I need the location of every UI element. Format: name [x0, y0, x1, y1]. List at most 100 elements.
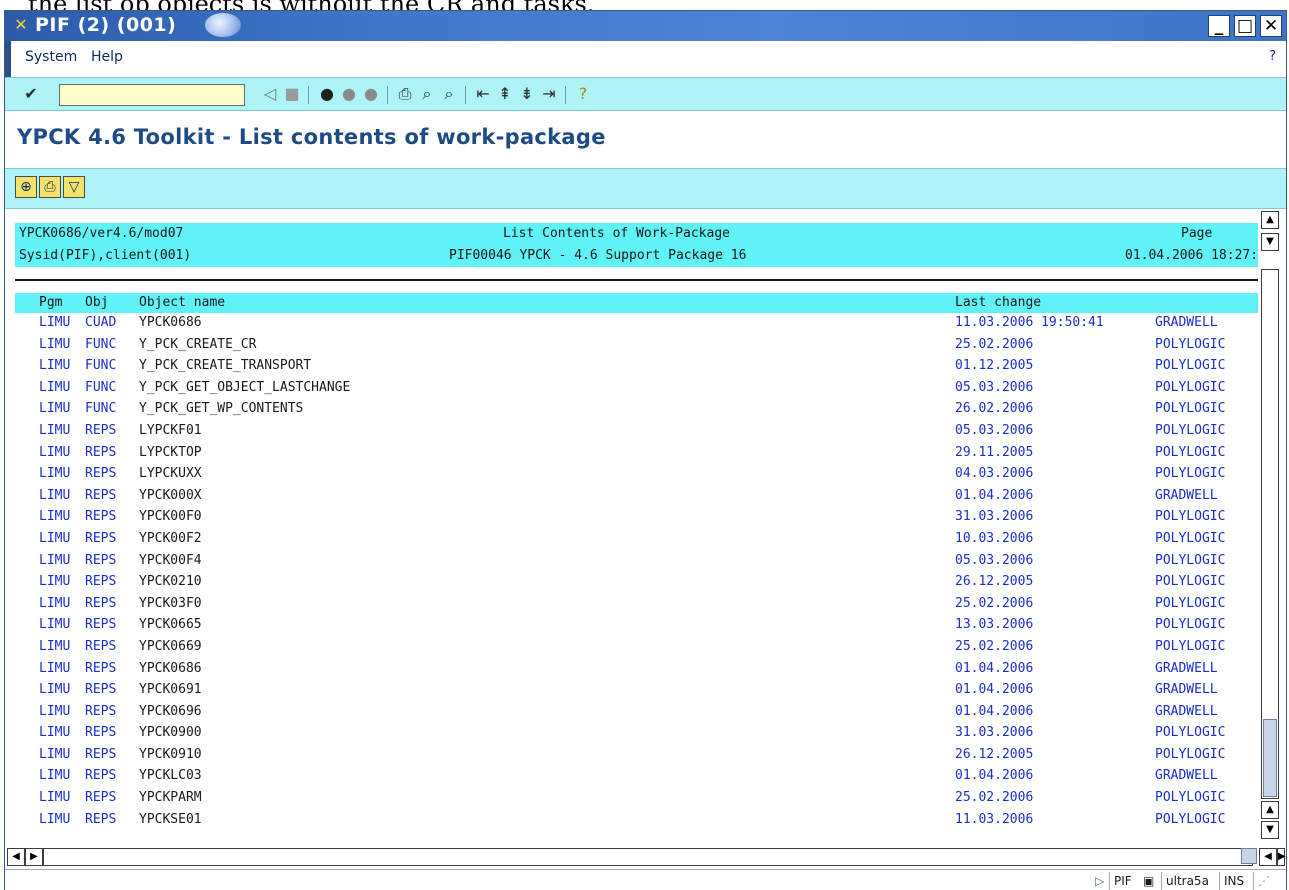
last-page-icon[interactable]: ⇥ — [539, 84, 559, 104]
row-object-name[interactable]: YPCK03F0 — [139, 596, 202, 611]
list-row[interactable]: LIMU REPS YPCK0696 01.04.2006 GRADWELL — [15, 702, 1258, 724]
list-row[interactable]: LIMU REPS LYPCKUXX 04.03.2006 POLYLOGIC — [15, 464, 1258, 486]
row-object-name[interactable]: Y_PCK_GET_OBJECT_LASTCHANGE — [139, 380, 350, 395]
row-object-name[interactable]: YPCK00F0 — [139, 509, 202, 524]
row-object-name[interactable]: YPCK0691 — [139, 682, 202, 697]
list-row[interactable]: LIMU REPS YPCK0665 13.03.2006 POLYLOGIC — [15, 615, 1258, 637]
row-obj: FUNC — [85, 379, 117, 395]
row-object-name[interactable]: Y_PCK_CREATE_TRANSPORT — [139, 358, 311, 373]
command-field[interactable] — [59, 84, 245, 106]
list-row[interactable]: LIMU REPS YPCK0686 01.04.2006 GRADWELL — [15, 659, 1258, 681]
row-object-name[interactable]: LYPCKTOP — [139, 445, 202, 460]
row-object-name[interactable]: YPCK0696 — [139, 704, 202, 719]
list-row[interactable]: LIMU REPS YPCKLC03 01.04.2006 GRADWELL — [15, 766, 1258, 788]
select-detail-icon[interactable]: ⊕ — [15, 176, 37, 198]
row-object-name[interactable]: YPCK0686 — [139, 661, 202, 676]
row-object-name[interactable]: YPCK00F4 — [139, 553, 202, 568]
list-row[interactable]: LIMU REPS LYPCKTOP 29.11.2005 POLYLOGIC — [15, 443, 1258, 465]
list-row[interactable]: LIMU REPS YPCK000X 01.04.2006 GRADWELL — [15, 486, 1258, 508]
list-row[interactable]: LIMU FUNC Y_PCK_GET_WP_CONTENTS 26.02.2006 P… — [15, 399, 1258, 421]
list-row[interactable]: LIMU REPS YPCK00F0 31.03.2006 POLYLOGIC — [15, 507, 1258, 529]
scroll-left-button[interactable]: ◀ — [7, 848, 25, 866]
row-change-user: GRADWELL — [1155, 703, 1218, 719]
save-icon[interactable]: ■ — [282, 84, 302, 104]
row-obj: CUAD — [85, 315, 117, 330]
row-object-name[interactable]: Y_PCK_CREATE_CR — [139, 337, 256, 352]
row-object-name[interactable]: YPCK00F2 — [139, 531, 202, 546]
list-row[interactable]: LIMU REPS LYPCKF01 05.03.2006 POLYLOGIC — [15, 421, 1258, 443]
sap-logo-icon: ✕ — [14, 15, 28, 34]
list-row[interactable]: LIMU REPS YPCK00F4 05.03.2006 POLYLOGIC — [15, 551, 1258, 573]
enter-check-icon[interactable]: ✔ — [21, 84, 41, 104]
scroll-down-button[interactable]: ▼ — [1261, 821, 1279, 839]
list-row[interactable]: LIMU CUAD YPCK0686 11.03.2006 19:50:41 GRADW… — [15, 313, 1258, 335]
horizontal-scroll-thumb[interactable] — [1241, 848, 1257, 864]
scroll-left-button[interactable]: ◀ — [1259, 848, 1277, 866]
back-green-icon[interactable]: ● — [317, 84, 337, 104]
close-button[interactable]: ✕ — [1260, 15, 1282, 37]
scroll-up-button[interactable]: ▲ — [1261, 211, 1279, 229]
find-icon[interactable]: ⌕ — [417, 84, 437, 104]
filter-icon[interactable]: ▽ — [63, 176, 85, 198]
print-icon[interactable]: ⎙ — [395, 84, 415, 104]
row-pgm: LIMU — [39, 530, 71, 546]
context-help-mark[interactable]: ? — [1269, 49, 1276, 64]
row-change-date: 13.03.2006 — [955, 617, 1034, 633]
row-object-name[interactable]: YPCK0686 — [139, 315, 202, 330]
scroll-up-button[interactable]: ▲ — [1261, 801, 1279, 819]
scroll-down-button[interactable]: ▼ — [1261, 233, 1279, 251]
row-object-name[interactable]: Y_PCK_GET_WP_CONTENTS — [139, 401, 303, 416]
horizontal-scroll-track[interactable] — [43, 848, 1253, 866]
list-row[interactable]: LIMU FUNC Y_PCK_CREATE_TRANSPORT 01.12.2005… — [15, 356, 1258, 378]
list-row[interactable]: LIMU REPS YPCK0691 01.04.2006 GRADWELL — [15, 680, 1258, 702]
row-object-name[interactable]: YPCKLC03 — [139, 768, 202, 783]
row-object-name[interactable]: YPCKPARM — [139, 790, 202, 805]
row-change-user: POLYLOGIC — [1155, 595, 1226, 611]
row-object-name[interactable]: YPCK0665 — [139, 617, 202, 632]
vertical-scroll-track[interactable] — [1261, 269, 1279, 799]
list-row[interactable]: LIMU REPS YPCK03F0 25.02.2006 POLYLOGIC — [15, 594, 1258, 616]
scroll-right-button[interactable]: ▶ — [1277, 848, 1286, 866]
first-page-icon[interactable]: ⇤ — [473, 84, 493, 104]
row-object-name[interactable]: YPCK000X — [139, 488, 202, 503]
list-row[interactable]: LIMU FUNC Y_PCK_CREATE_CR 25.02.2006 POLYLOG… — [15, 335, 1258, 357]
list-row[interactable]: LIMU FUNC Y_PCK_GET_OBJECT_LASTCHANGE 05.03… — [15, 378, 1258, 400]
vertical-scroll-thumb[interactable] — [1263, 719, 1277, 797]
row-change-user: GRADWELL — [1155, 682, 1218, 698]
exit-icon[interactable]: ● — [339, 84, 359, 104]
row-object-name[interactable]: YPCKSE01 — [139, 812, 202, 827]
row-object-name[interactable]: YPCK0210 — [139, 574, 202, 589]
next-page-icon[interactable]: ⇟ — [517, 84, 537, 104]
prev-page-icon[interactable]: ⇞ — [495, 84, 515, 104]
row-object-name[interactable]: LYPCKUXX — [139, 466, 202, 481]
menu-system[interactable]: System — [25, 49, 77, 65]
back-arrow-icon[interactable]: ◁ — [260, 84, 280, 104]
list-row[interactable]: LIMU REPS YPCK0210 26.12.2005 POLYLOGIC — [15, 572, 1258, 594]
row-object-name[interactable]: YPCK0669 — [139, 639, 202, 654]
find-next-icon[interactable]: ⌕ — [439, 84, 459, 104]
horizontal-scrollbar[interactable]: ◀ ▶ ◀ ▶ — [5, 847, 1286, 867]
resize-grip-icon[interactable]: ⋰ — [1253, 872, 1285, 890]
print-list-icon[interactable]: ⎙ — [39, 176, 61, 198]
menu-help[interactable]: Help — [91, 49, 123, 65]
row-object-name[interactable]: YPCK0900 — [139, 725, 202, 740]
row-object-name[interactable]: YPCK0910 — [139, 747, 202, 762]
vertical-scrollbar[interactable]: ▲ ▼ ▲ ▼ — [1261, 209, 1281, 839]
list-row[interactable]: LIMU REPS YPCK0900 31.03.2006 POLYLOGIC — [15, 723, 1258, 745]
list-row[interactable]: LIMU REPS YPCK0910 26.12.2005 POLYLOGIC — [15, 745, 1258, 767]
minimize-button[interactable]: _ — [1208, 15, 1230, 37]
row-object-name[interactable]: LYPCKF01 — [139, 423, 202, 438]
status-expand-icon[interactable]: ▷ — [1091, 872, 1108, 890]
help-icon[interactable]: ? — [573, 84, 593, 104]
toolbar-separator — [465, 86, 466, 104]
list-row[interactable]: LIMU REPS YPCKPARM 25.02.2006 POLYLOGIC — [15, 788, 1258, 810]
cancel-icon[interactable]: ● — [361, 84, 381, 104]
session-icon[interactable]: ▣ — [1139, 872, 1158, 890]
scroll-right-button[interactable]: ▶ — [25, 848, 43, 866]
maximize-button[interactable]: □ — [1234, 15, 1256, 37]
row-obj: REPS — [85, 487, 117, 503]
list-row[interactable]: LIMU REPS YPCK00F2 10.03.2006 POLYLOGIC — [15, 529, 1258, 551]
list-row[interactable]: LIMU REPS YPCKSE01 11.03.2006 POLYLOGIC — [15, 810, 1258, 832]
row-change-date: 25.02.2006 — [955, 595, 1034, 611]
list-row[interactable]: LIMU REPS YPCK0669 25.02.2006 POLYLOGIC — [15, 637, 1258, 659]
